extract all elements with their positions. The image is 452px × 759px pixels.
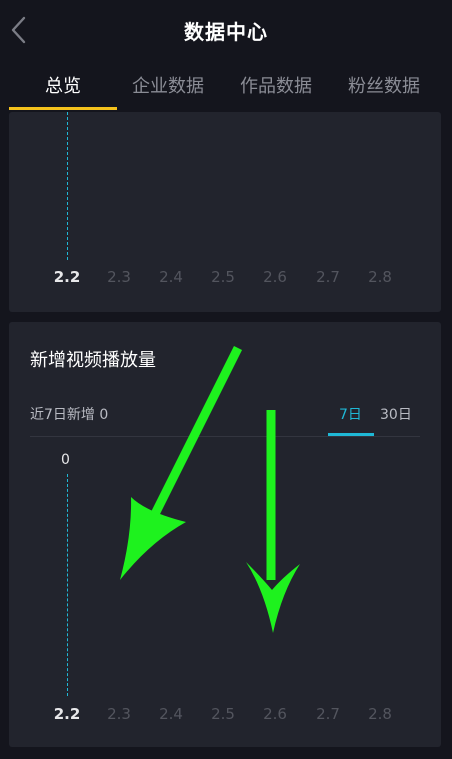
x-tick-label: 2.2	[53, 268, 81, 286]
x-tick-label: 2.8	[368, 705, 392, 723]
period-7-days-button[interactable]: 7日	[339, 404, 362, 424]
x-tick-label: 2.2	[53, 705, 81, 723]
tab-works-data[interactable]: 作品数据	[240, 72, 312, 98]
active-tab-indicator	[9, 107, 117, 110]
video-views-card: 新增视频播放量 近7日新增 0 7日 30日 0 2.2 2.3 2.4 2.5…	[9, 322, 441, 747]
divider	[30, 436, 420, 437]
x-tick-label: 2.7	[316, 268, 340, 286]
chart-highlight-line	[67, 474, 68, 696]
x-tick-label: 2.4	[159, 268, 183, 286]
x-tick-label: 2.3	[107, 268, 131, 286]
x-tick-label: 2.6	[263, 268, 287, 286]
tab-bar: 总览 企业数据 作品数据 粉丝数据	[0, 62, 452, 110]
chart-highlight-line	[67, 112, 68, 260]
tab-enterprise-data[interactable]: 企业数据	[132, 72, 204, 98]
x-tick-label: 2.5	[211, 705, 235, 723]
period-30-days-button[interactable]: 30日	[380, 404, 412, 424]
summary-value: 0	[99, 407, 109, 423]
x-tick-label: 2.6	[263, 705, 287, 723]
y-value-label: 0	[61, 452, 70, 468]
previous-chart-card: 2.2 2.3 2.4 2.5 2.6 2.7 2.8	[9, 112, 441, 312]
active-period-indicator	[328, 433, 374, 436]
tab-fans-data[interactable]: 粉丝数据	[348, 72, 420, 98]
x-tick-label: 2.3	[107, 705, 131, 723]
summary-label: 近7日新增	[30, 407, 95, 423]
x-tick-label: 2.7	[316, 705, 340, 723]
x-tick-label: 2.4	[159, 705, 183, 723]
x-tick-label: 2.5	[211, 268, 235, 286]
card-title: 新增视频播放量	[30, 350, 156, 371]
page-title: 数据中心	[184, 20, 268, 44]
tab-overview[interactable]: 总览	[45, 72, 81, 98]
x-tick-label: 2.8	[368, 268, 392, 286]
summary-text: 近7日新增 0	[30, 404, 108, 424]
header: 数据中心	[0, 0, 452, 60]
